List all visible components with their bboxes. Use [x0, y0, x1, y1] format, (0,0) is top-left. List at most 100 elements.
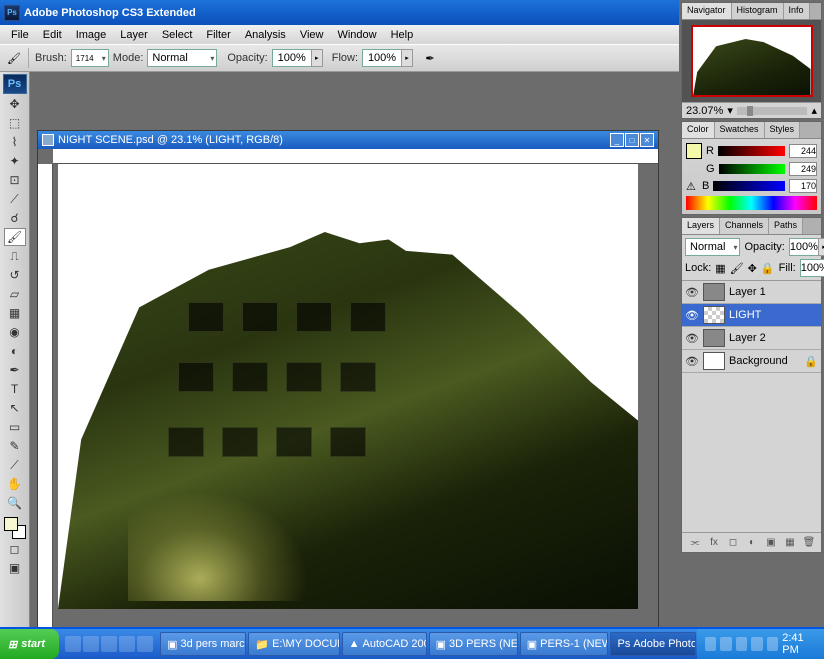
tab-layers[interactable]: Layers — [682, 218, 720, 234]
slice-tool[interactable]: ⟋ — [4, 190, 26, 208]
screenmode-tool[interactable]: ▣ — [4, 559, 26, 577]
menu-select[interactable]: Select — [155, 27, 200, 43]
taskbar-item[interactable]: ▣3D PERS (NEW S... — [429, 632, 518, 656]
tab-color[interactable]: Color — [682, 122, 715, 138]
tab-info[interactable]: Info — [784, 3, 810, 19]
start-button[interactable]: ⊞ start — [0, 629, 59, 659]
color-swatch[interactable] — [4, 517, 26, 539]
history-brush-tool[interactable]: ↺ — [4, 266, 26, 284]
tab-paths[interactable]: Paths — [769, 218, 803, 234]
blur-tool[interactable]: ◉ — [4, 323, 26, 341]
ql-icon[interactable] — [119, 636, 135, 652]
tab-channels[interactable]: Channels — [720, 218, 769, 234]
layer-blend-select[interactable]: Normal — [685, 238, 740, 256]
adjustment-layer-icon[interactable]: ◐ — [744, 536, 760, 550]
opacity-input[interactable]: 100% — [272, 49, 312, 67]
zoom-out-icon[interactable]: ▾ — [727, 104, 733, 117]
wand-tool[interactable]: ✦ — [4, 152, 26, 170]
ruler-horizontal[interactable] — [53, 149, 658, 164]
menu-window[interactable]: Window — [330, 27, 383, 43]
shape-tool[interactable]: ▭ — [4, 418, 26, 436]
navigator-zoom[interactable]: 23.07% — [686, 105, 723, 117]
ruler-vertical[interactable] — [38, 164, 53, 627]
notes-tool[interactable]: ✎ — [4, 437, 26, 455]
tray-icon[interactable] — [705, 637, 717, 651]
tab-histogram[interactable]: Histogram — [732, 3, 784, 19]
link-layers-icon[interactable]: ⫘ — [687, 536, 703, 550]
layer-item[interactable]: 👁Background🔒 — [682, 350, 821, 373]
hand-tool[interactable]: ✋ — [4, 475, 26, 493]
dodge-tool[interactable]: ◐ — [4, 342, 26, 360]
move-tool[interactable]: ✥ — [4, 95, 26, 113]
crop-tool[interactable]: ⊡ — [4, 171, 26, 189]
menu-help[interactable]: Help — [384, 27, 421, 43]
ql-icon[interactable] — [83, 636, 99, 652]
doc-maximize-button[interactable]: □ — [625, 133, 639, 147]
layer-group-icon[interactable]: ▣ — [763, 536, 779, 550]
clock[interactable]: 2:41 PM — [782, 632, 816, 656]
ql-icon[interactable] — [65, 636, 81, 652]
tray-icon[interactable] — [751, 637, 763, 651]
tray-icon[interactable] — [767, 637, 779, 651]
color-ramp[interactable] — [686, 196, 817, 210]
lock-pixels-icon[interactable]: 🖌 — [730, 262, 744, 275]
layer-mask-icon[interactable]: ◻ — [725, 536, 741, 550]
b-input[interactable] — [789, 179, 817, 193]
delete-layer-icon[interactable]: 🗑 — [801, 536, 817, 550]
document-titlebar[interactable]: NIGHT SCENE.psd @ 23.1% (LIGHT, RGB/8) _… — [38, 131, 658, 149]
lasso-tool[interactable]: ⌇ — [4, 133, 26, 151]
stamp-tool[interactable]: ⎍ — [4, 247, 26, 265]
tray-icon[interactable] — [720, 637, 732, 651]
taskbar-item[interactable]: ▣PERS-1 (NEW CL... — [520, 632, 609, 656]
healing-tool[interactable]: ☌ — [4, 209, 26, 227]
eyedropper-tool[interactable]: ⟋ — [4, 456, 26, 474]
color-preview[interactable] — [686, 143, 702, 159]
tray-icon[interactable] — [736, 637, 748, 651]
lock-all-icon[interactable]: 🔒 — [761, 262, 775, 275]
layer-style-icon[interactable]: fx — [706, 536, 722, 550]
airbrush-icon[interactable]: ✒ — [422, 50, 438, 66]
blend-mode-select[interactable]: Normal — [147, 49, 217, 67]
lock-transparency-icon[interactable]: ▦ — [715, 262, 725, 275]
layer-item[interactable]: 👁Layer 1 — [682, 281, 821, 304]
quickmask-tool[interactable]: ◻ — [4, 540, 26, 558]
doc-minimize-button[interactable]: _ — [610, 133, 624, 147]
menu-view[interactable]: View — [293, 27, 331, 43]
g-slider[interactable] — [719, 164, 785, 174]
visibility-icon[interactable]: 👁 — [685, 285, 699, 299]
taskbar-item[interactable]: 📁E:\MY DOCUMEN... — [248, 632, 339, 656]
visibility-icon[interactable]: 👁 — [685, 308, 699, 322]
foreground-color[interactable] — [4, 517, 18, 531]
gradient-tool[interactable]: ▦ — [4, 304, 26, 322]
brush-tool[interactable]: 🖌 — [4, 228, 26, 246]
ql-icon[interactable] — [101, 636, 117, 652]
menu-layer[interactable]: Layer — [113, 27, 155, 43]
doc-close-button[interactable]: ✕ — [640, 133, 654, 147]
menu-image[interactable]: Image — [69, 27, 114, 43]
taskbar-item[interactable]: ▣3d pers march 21... — [160, 632, 246, 656]
taskbar-item[interactable]: PsAdobe Photosho... — [610, 632, 695, 656]
flow-input[interactable]: 100% — [362, 49, 402, 67]
lock-position-icon[interactable]: ✥ — [748, 262, 757, 275]
menu-analysis[interactable]: Analysis — [238, 27, 293, 43]
r-input[interactable] — [789, 144, 817, 158]
layer-opacity-input[interactable]: 100% — [789, 238, 819, 256]
type-tool[interactable]: T — [4, 380, 26, 398]
eraser-tool[interactable]: ▱ — [4, 285, 26, 303]
zoom-in-icon[interactable]: ▴ — [811, 104, 817, 117]
r-slider[interactable] — [718, 146, 785, 156]
menu-file[interactable]: File — [4, 27, 36, 43]
brush-preset-picker[interactable]: 1714 — [71, 49, 109, 67]
visibility-icon[interactable]: 👁 — [685, 354, 699, 368]
menu-filter[interactable]: Filter — [199, 27, 237, 43]
visibility-icon[interactable]: 👁 — [685, 331, 699, 345]
zoom-slider[interactable] — [737, 107, 808, 115]
tab-navigator[interactable]: Navigator — [682, 3, 732, 19]
tab-styles[interactable]: Styles — [765, 122, 801, 138]
marquee-tool[interactable]: ⬚ — [4, 114, 26, 132]
pen-tool[interactable]: ✒ — [4, 361, 26, 379]
tab-swatches[interactable]: Swatches — [715, 122, 765, 138]
taskbar-item[interactable]: ▲AutoCAD 2007 - ... — [342, 632, 427, 656]
layer-item[interactable]: 👁Layer 2 — [682, 327, 821, 350]
b-slider[interactable] — [713, 181, 785, 191]
